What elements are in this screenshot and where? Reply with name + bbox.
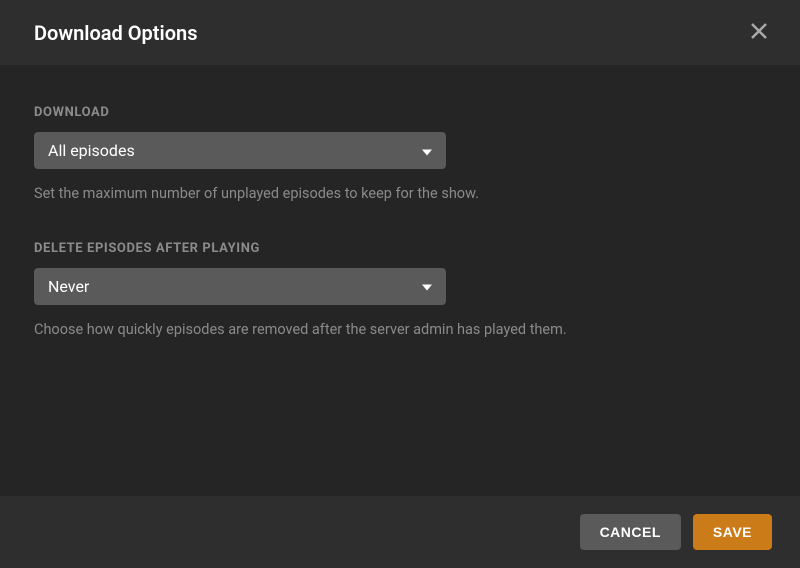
cancel-button[interactable]: CANCEL bbox=[580, 514, 681, 550]
dialog-title: Download Options bbox=[34, 21, 198, 45]
delete-after-help-text: Choose how quickly episodes are removed … bbox=[34, 319, 594, 341]
download-select[interactable]: All episodes bbox=[34, 132, 446, 169]
close-button[interactable] bbox=[746, 18, 772, 47]
download-options-dialog: Download Options DOWNLOAD All episodes S… bbox=[0, 0, 800, 568]
close-icon bbox=[750, 22, 768, 43]
delete-after-select[interactable]: Never bbox=[34, 268, 446, 305]
download-label: DOWNLOAD bbox=[34, 105, 766, 120]
download-field-group: DOWNLOAD All episodes Set the maximum nu… bbox=[34, 105, 766, 205]
dialog-header: Download Options bbox=[0, 0, 800, 65]
delete-after-label: DELETE EPISODES AFTER PLAYING bbox=[34, 241, 766, 256]
save-button[interactable]: SAVE bbox=[693, 514, 772, 550]
delete-after-field-group: DELETE EPISODES AFTER PLAYING Never Choo… bbox=[34, 241, 766, 341]
download-select-wrapper: All episodes bbox=[34, 132, 446, 169]
dialog-footer: CANCEL SAVE bbox=[0, 496, 800, 568]
download-help-text: Set the maximum number of unplayed episo… bbox=[34, 183, 594, 205]
dialog-body: DOWNLOAD All episodes Set the maximum nu… bbox=[0, 65, 800, 496]
delete-after-select-wrapper: Never bbox=[34, 268, 446, 305]
